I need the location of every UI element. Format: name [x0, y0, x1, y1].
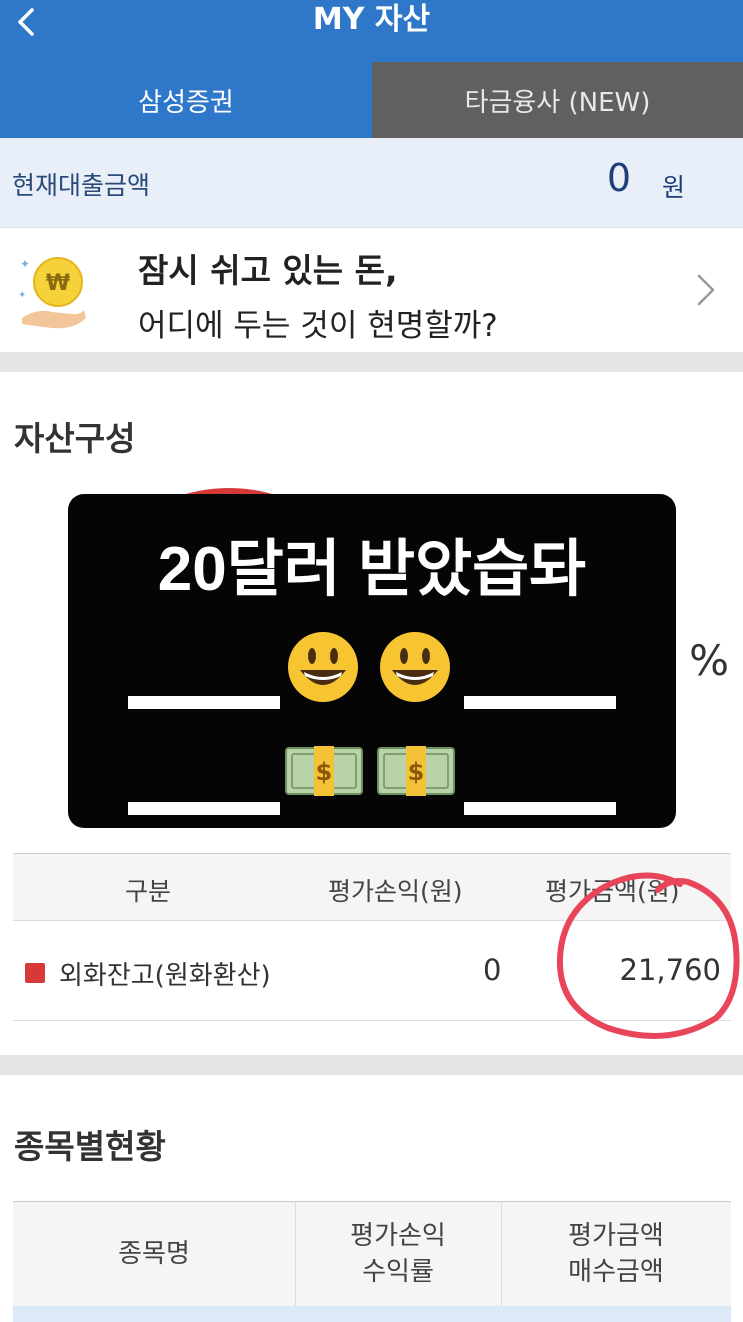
story-text-overlay: 20달러 받았습돠 $ $ — [68, 494, 676, 828]
row-category-name: 외화잔고(원화환산) — [59, 961, 271, 991]
overlay-underline — [128, 802, 280, 815]
promo-banner[interactable]: ₩ ✦ ✦ 잠시 쉬고 있는 돈, 어디에 두는 것이 현명할까? — [0, 228, 743, 352]
svg-text:₩: ₩ — [46, 271, 70, 296]
promo-headline: 잠시 쉬고 있는 돈, — [138, 251, 398, 290]
overlay-underline — [464, 802, 616, 815]
money-bag-emoji-icon: $ — [377, 746, 455, 796]
loan-unit: 원 — [661, 173, 685, 202]
svg-text:✦: ✦ — [18, 290, 26, 301]
col-header-category: 구분 — [125, 877, 172, 906]
chevron-right-icon — [697, 274, 715, 306]
holdings-table: 종목명 평가손익 수익률 평가금액 매수금액 — [13, 1201, 731, 1322]
col-header-amount-purchase: 평가금액 매수금액 — [568, 1221, 664, 1287]
overlay-underline — [128, 696, 280, 709]
promo-subline: 어디에 두는 것이 현명할까? — [138, 308, 498, 344]
tab-other-institutions[interactable]: 타금융사 (NEW) — [372, 62, 743, 138]
tab-samsung-securities[interactable]: 삼성증권 — [0, 62, 372, 138]
smiley-emoji-icon — [288, 632, 358, 702]
legend-color-square — [25, 963, 45, 983]
overlay-caption: 20달러 받았습돠 — [157, 535, 587, 604]
col-header-profit-rate: 평가손익 수익률 — [350, 1221, 446, 1287]
holdings-title: 종목별현황 — [14, 1127, 166, 1166]
svg-text:$: $ — [316, 758, 333, 786]
pie-percent-label: % — [689, 636, 729, 685]
page-title: MY 자산 — [312, 2, 431, 37]
smiley-emoji-icon — [380, 632, 450, 702]
col-header-item-name: 종목명 — [118, 1239, 190, 1269]
svg-text:✦: ✦ — [20, 257, 30, 271]
holdings-first-row-partial — [13, 1306, 731, 1322]
loan-label: 현재대출금액 — [12, 171, 151, 200]
overlay-underline — [464, 696, 616, 709]
coin-won-icon: ₩ ✦ ✦ — [18, 257, 86, 329]
section-divider — [0, 352, 743, 372]
svg-text:$: $ — [408, 758, 425, 786]
loan-value: 0 — [606, 156, 631, 200]
section-divider — [0, 1055, 743, 1075]
row-profit-value: 0 — [483, 953, 502, 987]
tab-bar: 삼성증권 타금융사 (NEW) — [0, 62, 743, 138]
asset-composition-title: 자산구성 — [14, 419, 136, 458]
annotation-circle — [556, 872, 740, 1039]
app-header: MY 자산 — [0, 0, 743, 62]
col-header-profit: 평가손익(원) — [328, 877, 463, 906]
money-bag-emoji-icon: $ — [285, 746, 363, 796]
current-loan-row: 현재대출금액 0 원 — [0, 138, 743, 228]
